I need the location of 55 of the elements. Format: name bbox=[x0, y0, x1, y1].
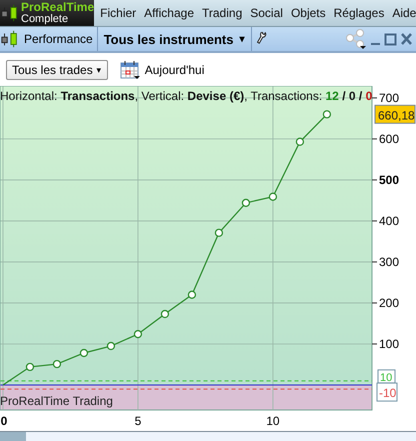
data-point bbox=[106, 342, 116, 350]
menu-item[interactable]: Trading bbox=[198, 6, 246, 20]
footer-label: ProRealTime Trading bbox=[0, 394, 113, 408]
data-point bbox=[80, 348, 88, 358]
y-axis-label: 100 bbox=[372, 336, 400, 351]
x-axis-label: 10 bbox=[266, 414, 280, 428]
y-tick-label: 100 bbox=[379, 336, 400, 351]
x-axis-label: 0 bbox=[0, 414, 8, 428]
app-logo: ProRealTime Complete bbox=[0, 0, 94, 26]
y-axis-label: 600 bbox=[372, 132, 400, 146]
data-point bbox=[296, 138, 304, 146]
y-axis-label: 300 bbox=[372, 254, 400, 269]
y-axis-label: 500 bbox=[372, 172, 400, 187]
y-tick-label: 200 bbox=[379, 296, 400, 310]
y-tick-label: 300 bbox=[379, 254, 400, 269]
ref-line-label: 10 bbox=[380, 372, 392, 384]
chart-caption: Horizontal: Transactions, Vertical: Devise (€), Transactions: 12 / 0 / 0 bbox=[0, 89, 372, 103]
share-icon[interactable] bbox=[345, 29, 367, 49]
menu-item[interactable]: Social bbox=[246, 6, 287, 20]
menu-item[interactable]: Aide bbox=[388, 6, 416, 20]
trade-filter-dropdown[interactable]: Tous les trades ▾ bbox=[6, 60, 108, 80]
maximize-icon[interactable] bbox=[384, 32, 397, 46]
x-axis-label: 5 bbox=[134, 414, 142, 428]
candlestick-icon bbox=[0, 3, 20, 23]
date-button[interactable]: Aujourd'hui bbox=[144, 62, 204, 76]
y-axis-label: 400 bbox=[372, 214, 400, 228]
y-axis-label: 700 bbox=[372, 90, 400, 105]
data-point bbox=[214, 228, 224, 237]
data-point bbox=[134, 330, 142, 338]
close-icon[interactable] bbox=[400, 32, 413, 46]
y-axis-label: 200 bbox=[372, 296, 400, 310]
ref-line-label: -10 bbox=[379, 386, 397, 400]
y-tick-label: 400 bbox=[379, 214, 400, 228]
data-point bbox=[322, 110, 332, 118]
calendar-icon[interactable] bbox=[120, 60, 141, 80]
data-point bbox=[26, 362, 34, 372]
data-point bbox=[268, 192, 278, 201]
data-point bbox=[242, 198, 250, 207]
instrument-dropdown[interactable]: Tous les instruments ▾ bbox=[98, 27, 252, 51]
data-point bbox=[188, 290, 196, 299]
value-badge: 660,18 bbox=[374, 104, 416, 124]
y-tick-label: 500 bbox=[379, 172, 400, 187]
y-tick-label: 600 bbox=[379, 132, 400, 146]
data-point bbox=[52, 360, 62, 368]
menu-item[interactable]: Affichage bbox=[140, 6, 198, 20]
band-badge: -10 bbox=[376, 382, 398, 402]
y-tick-label: 700 bbox=[379, 90, 400, 105]
menu-item[interactable]: Fichier bbox=[96, 6, 140, 20]
menu-item[interactable]: Objets bbox=[286, 6, 330, 20]
band-badge: 10 bbox=[378, 369, 396, 384]
candlestick-icon bbox=[0, 29, 20, 49]
scrollbar-thumb[interactable] bbox=[0, 432, 26, 441]
data-point bbox=[160, 310, 170, 318]
panel-title: Performance bbox=[24, 32, 93, 46]
menu-item[interactable]: Réglages bbox=[330, 6, 388, 20]
